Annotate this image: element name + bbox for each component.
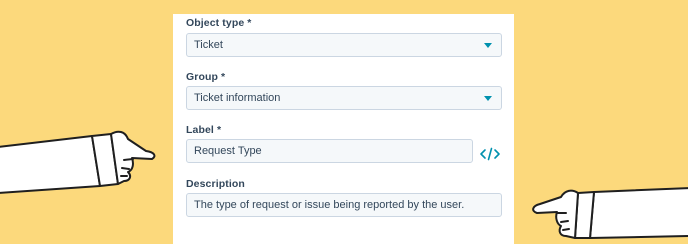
group-label: Group *: [186, 71, 226, 83]
group-value: Ticket information: [194, 92, 281, 104]
chevron-down-icon: [484, 96, 492, 101]
code-icon[interactable]: [478, 144, 502, 164]
right-pointing-hand: [532, 187, 688, 239]
object-type-label: Object type *: [186, 17, 252, 29]
label-input[interactable]: Request Type: [186, 139, 473, 163]
description-input[interactable]: The type of request or issue being repor…: [186, 193, 502, 217]
label-input-value: Request Type: [194, 145, 262, 157]
property-form-panel: Object type * Ticket Group * Ticket info…: [173, 14, 514, 244]
object-type-select[interactable]: Ticket: [186, 33, 502, 57]
object-type-value: Ticket: [194, 39, 223, 51]
description-label: Description: [186, 178, 245, 190]
group-select[interactable]: Ticket information: [186, 86, 502, 110]
label-field-label: Label *: [186, 124, 222, 136]
description-value: The type of request or issue being repor…: [194, 199, 465, 211]
left-pointing-hand: [0, 130, 156, 194]
chevron-down-icon: [484, 43, 492, 48]
